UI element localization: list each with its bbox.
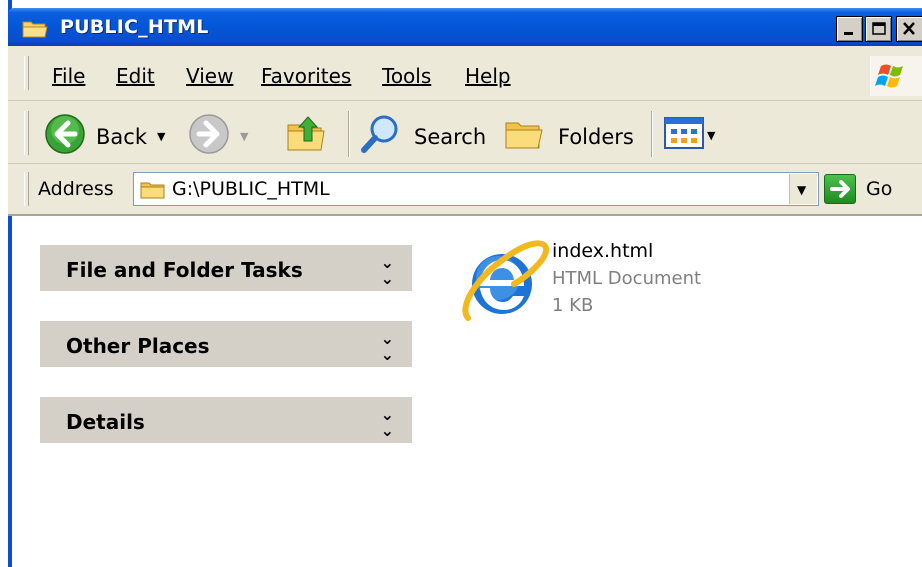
expand-chevron-icon[interactable]: ⌄ ⌄	[381, 331, 394, 363]
menu-favorites[interactable]: Favorites	[261, 64, 351, 88]
file-item-index-html[interactable]: index.html HTML Document 1 KB	[458, 236, 701, 332]
task-pane-title: File and Folder Tasks	[66, 258, 303, 282]
search-icon	[360, 113, 402, 160]
menu-help-label: Help	[465, 64, 511, 88]
address-bar: Address G:\PUBLIC_HTML ▼ Go	[8, 164, 922, 216]
folders-icon	[504, 113, 548, 160]
back-label: Back	[96, 124, 147, 149]
task-pane-other-places[interactable]: Other Places ⌄ ⌄	[40, 321, 412, 367]
menu-view-label: View	[186, 64, 234, 88]
standard-toolbar: Back ▼ ▼ Search Folders ▼	[8, 101, 922, 164]
menu-edit-label: Edit	[116, 64, 155, 88]
menu-bar: File Edit View Favorites Tools Help	[8, 46, 922, 101]
up-folder-button[interactable]	[284, 111, 328, 160]
search-button[interactable]: Search	[360, 113, 486, 160]
forward-button[interactable]: ▼	[188, 113, 248, 160]
task-pane-file-folder-tasks[interactable]: File and Folder Tasks ⌄ ⌄	[40, 245, 412, 291]
close-button[interactable]	[896, 16, 922, 42]
title-bar[interactable]: PUBLIC_HTML	[8, 8, 922, 46]
address-grip[interactable]	[24, 172, 29, 206]
menu-tools[interactable]: Tools	[382, 64, 431, 88]
expand-chevron-icon[interactable]: ⌄ ⌄	[381, 407, 394, 439]
folders-label: Folders	[558, 124, 634, 149]
menu-file[interactable]: File	[52, 64, 85, 88]
forward-arrow-icon	[188, 113, 230, 160]
menu-file-label: File	[52, 64, 86, 88]
task-pane-details[interactable]: Details ⌄ ⌄	[40, 397, 412, 443]
address-value: G:\PUBLIC_HTML	[172, 178, 330, 200]
file-type: HTML Document	[552, 268, 702, 289]
windows-logo-icon	[870, 56, 922, 96]
folder-icon	[22, 19, 48, 38]
forward-dropdown-icon[interactable]: ▼	[240, 130, 248, 143]
search-label: Search	[414, 124, 487, 149]
folder-icon	[140, 180, 166, 204]
views-button[interactable]: ▼	[664, 117, 715, 154]
address-label: Address	[38, 178, 114, 200]
maximize-button[interactable]	[865, 16, 892, 42]
menu-grip[interactable]	[24, 56, 29, 90]
ie-icon	[458, 240, 550, 332]
views-dropdown-icon[interactable]: ▼	[707, 129, 715, 142]
window-title: PUBLIC_HTML	[60, 16, 209, 38]
menu-edit[interactable]: Edit	[116, 64, 155, 88]
folders-button[interactable]: Folders	[504, 113, 634, 160]
chevron-down-icon: ▼	[797, 183, 807, 197]
back-dropdown-icon[interactable]: ▼	[157, 130, 165, 143]
file-name: index.html	[552, 240, 654, 262]
go-button[interactable]: Go	[824, 174, 892, 204]
address-input[interactable]: G:\PUBLIC_HTML ▼	[133, 172, 819, 206]
up-folder-icon	[284, 111, 328, 160]
explorer-window: PUBLIC_HTML File Edit View Favorites Too…	[0, 0, 922, 567]
expand-chevron-icon[interactable]: ⌄ ⌄	[381, 255, 394, 287]
toolbar-separator	[348, 111, 350, 157]
task-pane-title: Other Places	[66, 334, 210, 358]
go-label: Go	[866, 178, 893, 200]
back-button[interactable]: Back ▼	[44, 113, 165, 160]
views-icon	[664, 117, 704, 154]
content-area: File and Folder Tasks ⌄ ⌄ Other Places ⌄ ⌄…	[12, 216, 922, 567]
menu-tools-label: Tools	[382, 64, 432, 88]
menu-view[interactable]: View	[186, 64, 233, 88]
task-pane-title: Details	[66, 410, 145, 434]
minimize-button[interactable]	[836, 16, 863, 42]
address-dropdown-button[interactable]: ▼	[789, 174, 817, 204]
file-size: 1 KB	[552, 295, 594, 316]
menu-help[interactable]: Help	[465, 64, 511, 88]
toolbar-separator	[651, 111, 653, 157]
toolbar-grip[interactable]	[24, 111, 29, 155]
back-arrow-icon	[44, 113, 86, 160]
menu-favorites-label: Favorites	[261, 64, 352, 88]
go-arrow-icon	[824, 174, 856, 204]
